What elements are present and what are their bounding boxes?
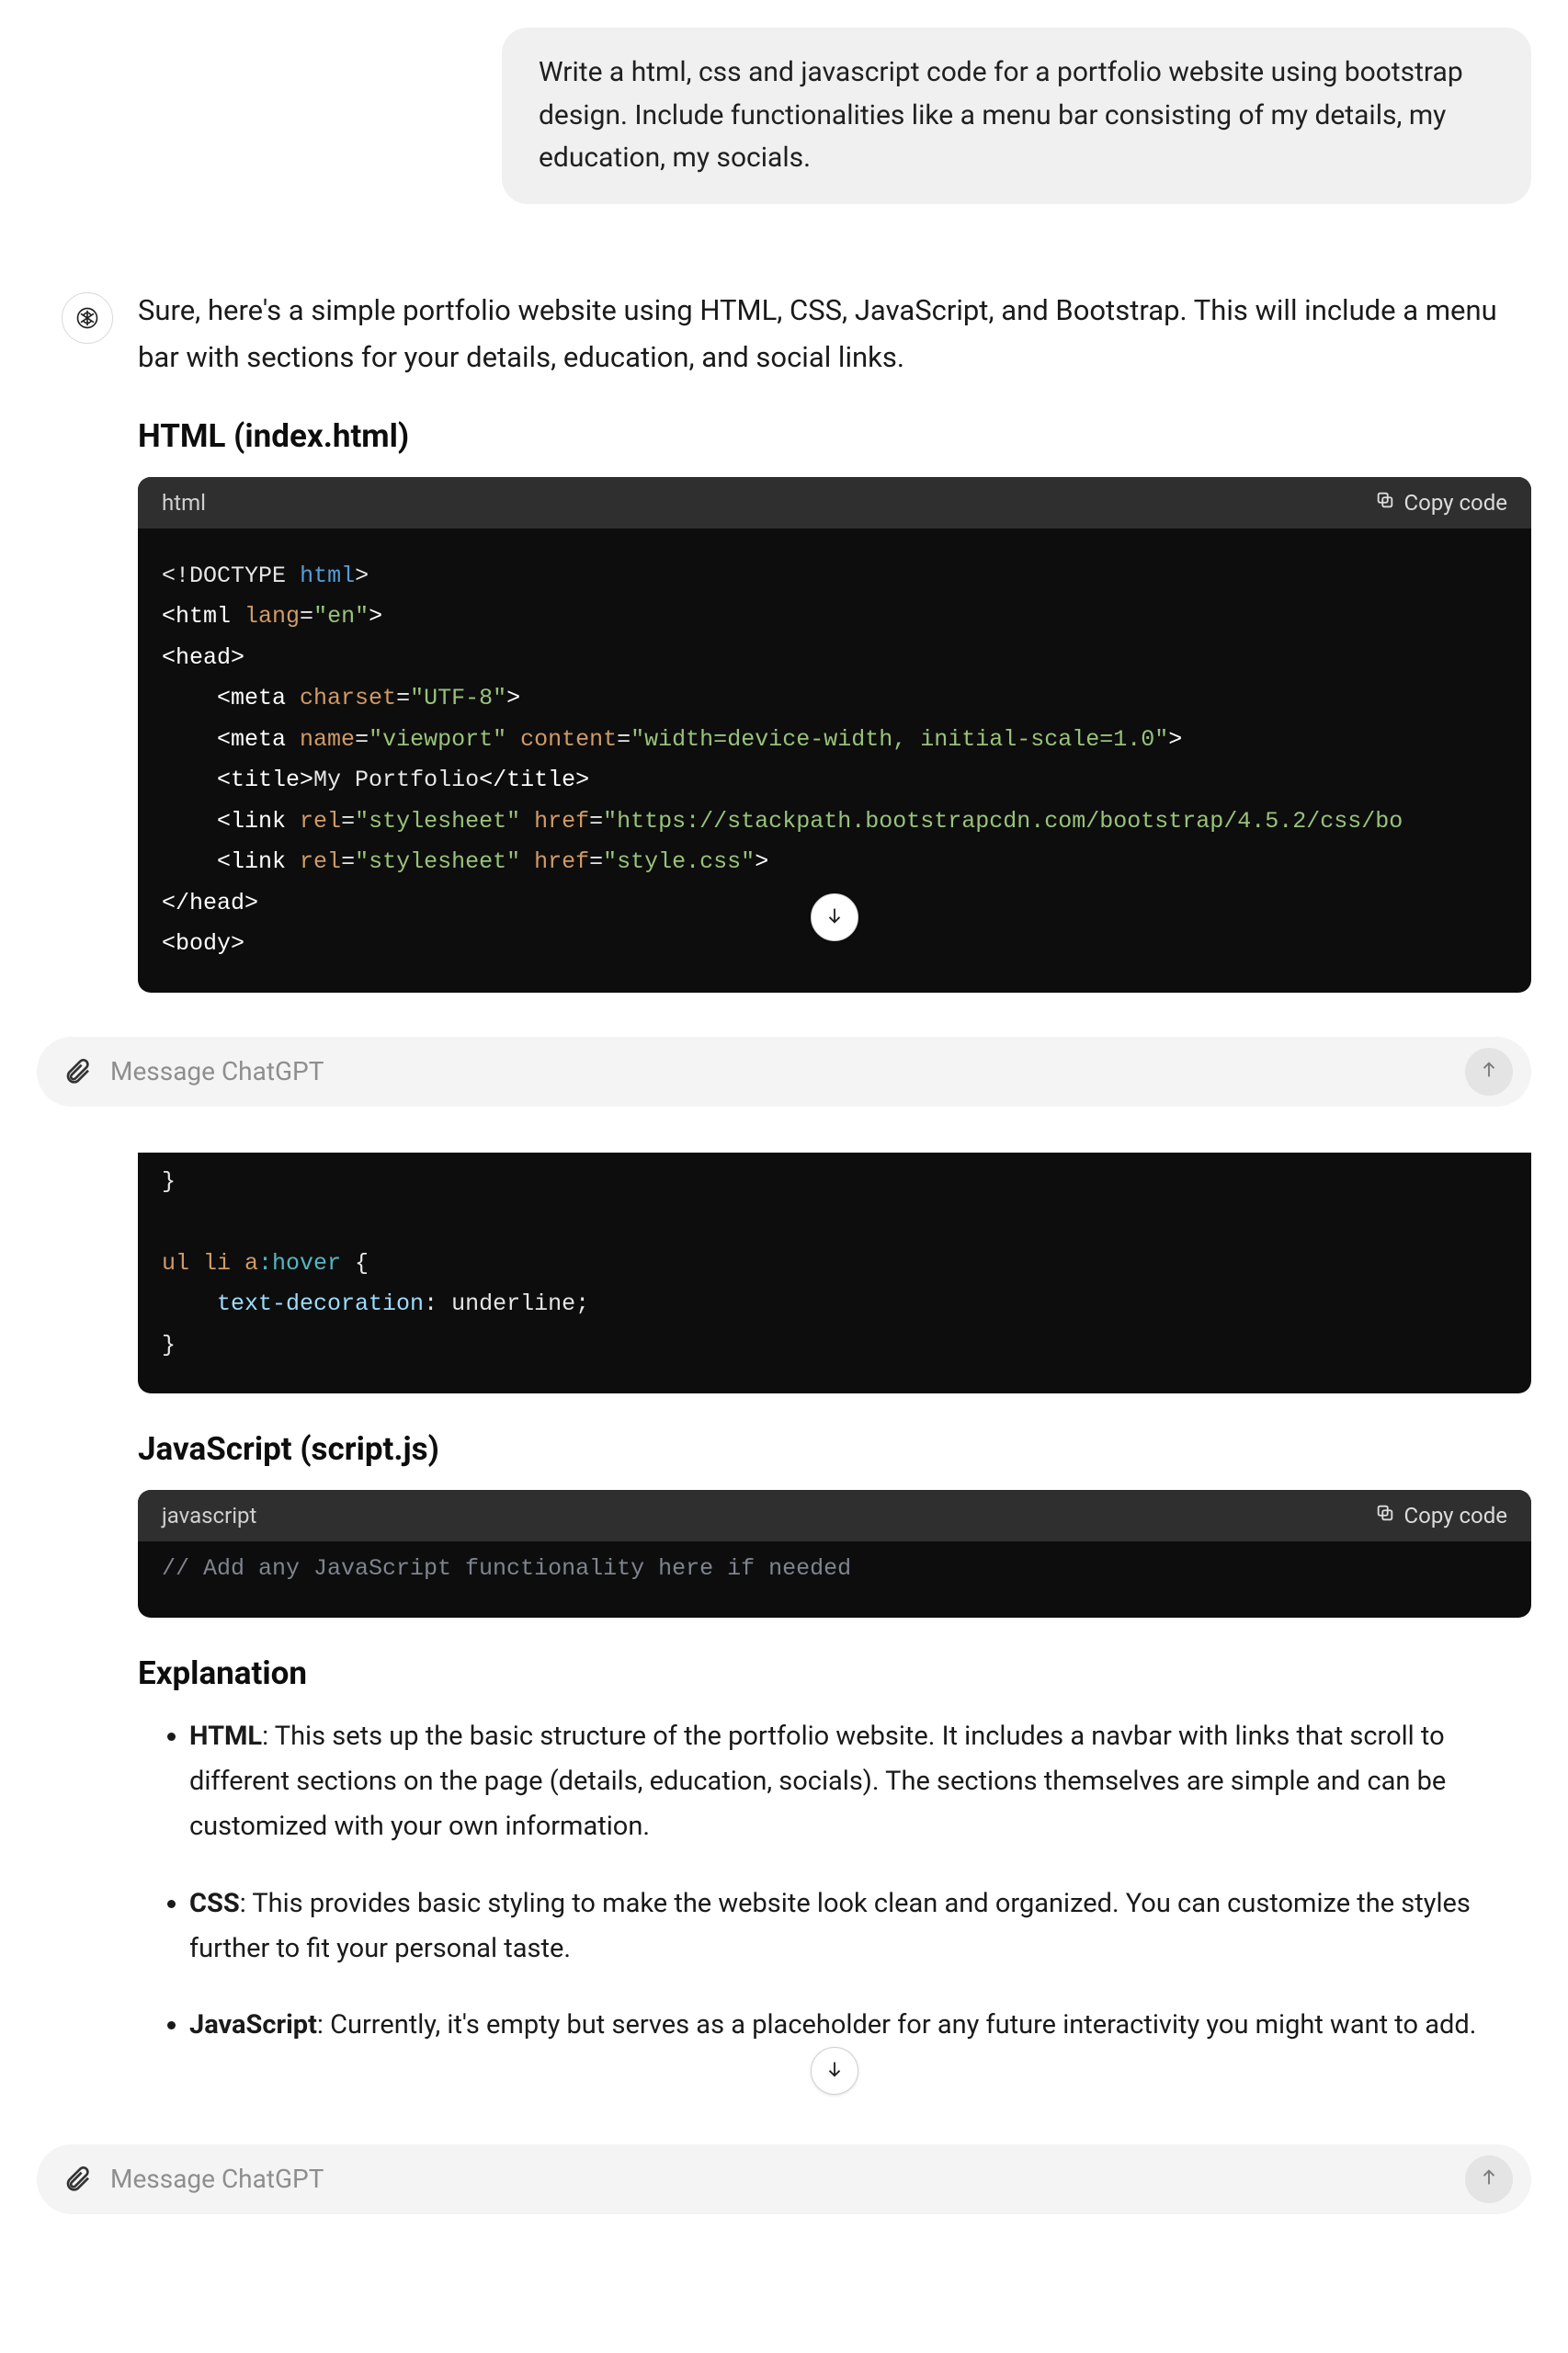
send-button[interactable] bbox=[1465, 2155, 1513, 2203]
code-content-js: // Add any JavaScript functionality here… bbox=[138, 1541, 1531, 1618]
explanation-item-html: HTML: This sets up the basic structure o… bbox=[189, 1714, 1531, 1850]
copy-code-label: Copy code bbox=[1404, 1503, 1507, 1529]
arrow-up-icon bbox=[1479, 2167, 1499, 2191]
attachment-icon[interactable] bbox=[62, 1055, 92, 1088]
js-section-title: JavaScript (script.js) bbox=[138, 1430, 1531, 1468]
explanation-title: Explanation bbox=[138, 1654, 1531, 1692]
code-language-label: javascript bbox=[162, 1503, 256, 1529]
copy-icon bbox=[1375, 1503, 1395, 1529]
message-input-placeholder: Message ChatGPT bbox=[110, 2164, 1447, 2194]
attachment-icon[interactable] bbox=[62, 2163, 92, 2196]
arrow-down-icon bbox=[824, 905, 845, 929]
user-message-text: Write a html, css and javascript code fo… bbox=[539, 56, 1463, 174]
message-input-placeholder: Message ChatGPT bbox=[110, 1056, 1447, 1086]
user-message-bubble: Write a html, css and javascript code fo… bbox=[502, 28, 1531, 204]
arrow-up-icon bbox=[1479, 1060, 1499, 1084]
copy-icon bbox=[1375, 490, 1395, 516]
scroll-down-button[interactable] bbox=[811, 893, 858, 941]
code-content-css: } ul li a:hover { text-decoration: under… bbox=[138, 1153, 1531, 1394]
message-input-bar[interactable]: Message ChatGPT bbox=[37, 1037, 1531, 1107]
explanation-list: HTML: This sets up the basic structure o… bbox=[138, 1714, 1531, 2049]
html-section-title: HTML (index.html) bbox=[138, 417, 1531, 455]
message-input-bar[interactable]: Message ChatGPT bbox=[37, 2144, 1531, 2214]
copy-code-button[interactable]: Copy code bbox=[1375, 1503, 1507, 1529]
arrow-down-icon bbox=[824, 2059, 845, 2083]
scroll-down-button[interactable] bbox=[811, 2047, 858, 2095]
code-language-label: html bbox=[162, 490, 206, 516]
send-button[interactable] bbox=[1465, 1048, 1513, 1096]
code-block-css-continued: } ul li a:hover { text-decoration: under… bbox=[138, 1153, 1531, 1394]
explanation-item-js: JavaScript: Currently, it's empty but se… bbox=[189, 2003, 1531, 2048]
copy-code-button[interactable]: Copy code bbox=[1375, 490, 1507, 516]
explanation-item-css: CSS: This provides basic styling to make… bbox=[189, 1881, 1531, 1972]
code-header: javascript Copy code bbox=[138, 1490, 1531, 1541]
code-header: html Copy code bbox=[138, 477, 1531, 529]
assistant-intro-text: Sure, here's a simple portfolio website … bbox=[138, 287, 1531, 381]
copy-code-label: Copy code bbox=[1404, 490, 1507, 516]
code-block-js: javascript Copy code // Add any JavaScri… bbox=[138, 1490, 1531, 1618]
assistant-avatar bbox=[62, 292, 113, 344]
